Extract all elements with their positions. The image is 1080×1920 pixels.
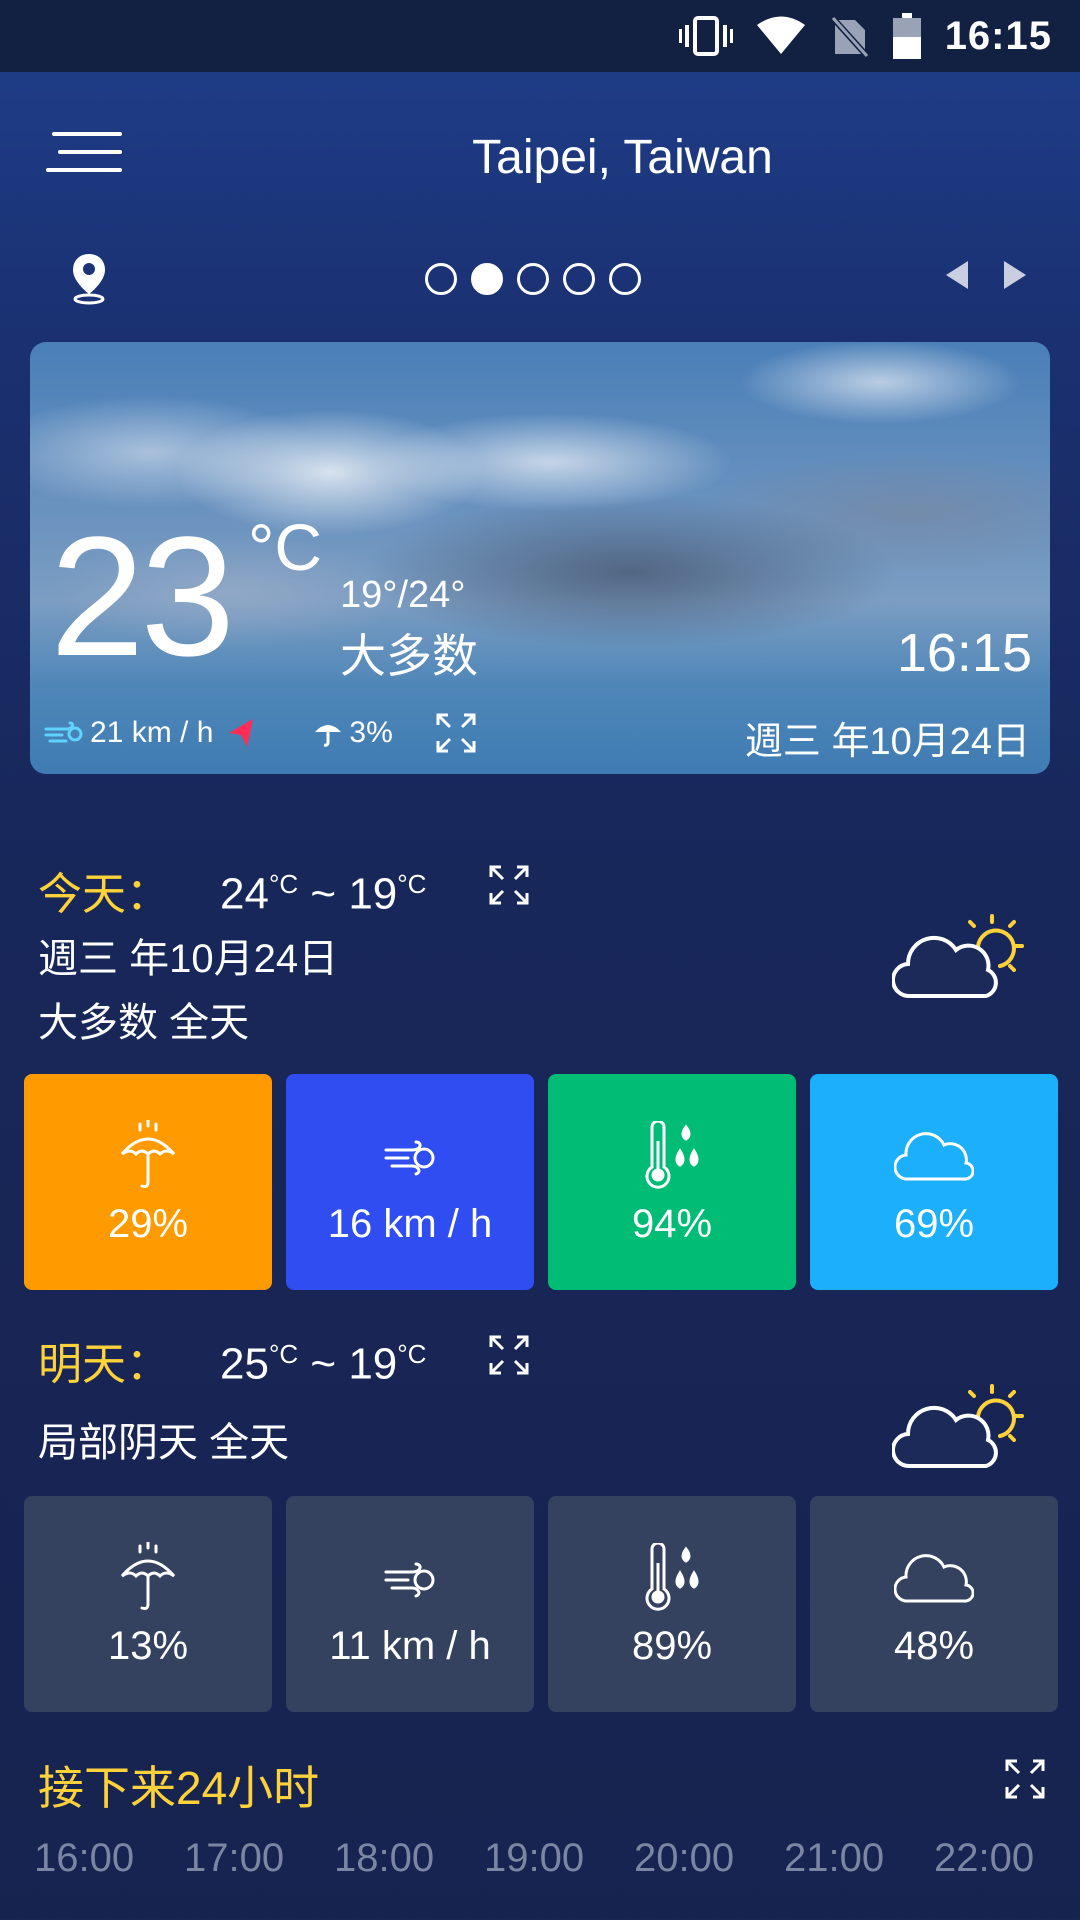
page-dot[interactable]	[517, 263, 549, 295]
umbrella-icon	[120, 1541, 176, 1610]
hour-label: 21:00	[784, 1836, 885, 1880]
today-humidity-tile[interactable]: 94%	[548, 1074, 796, 1290]
tile-value: 13%	[107, 1623, 189, 1668]
battery-icon	[892, 13, 921, 59]
today-date: 週三 年10月24日	[38, 937, 339, 981]
current-temperature: 23	[50, 502, 235, 692]
tomorrow-cloud-tile[interactable]: 48%	[810, 1496, 1058, 1712]
expand-icon	[1005, 1759, 1045, 1799]
wifi-icon	[756, 16, 805, 56]
tomorrow-summary: 局部阴天 全天	[38, 1421, 290, 1465]
tomorrow-expand-button[interactable]	[488, 1334, 530, 1376]
hour-label: 17:00	[184, 1836, 285, 1880]
page-dot[interactable]	[609, 263, 641, 295]
tile-value: 69%	[893, 1201, 975, 1246]
next-24-hours-title: 接下来24小时	[38, 1762, 320, 1814]
triangle-left-icon	[946, 261, 968, 289]
tomorrow-header: 明天： 25°C ~ 19°C	[38, 1328, 426, 1392]
no-sim-icon	[828, 14, 869, 58]
tomorrow-label: 明天：	[38, 1340, 170, 1389]
status-time: 16:15	[944, 13, 1052, 58]
page-dot[interactable]	[563, 263, 595, 295]
today-header: 今天： 24°C ~ 19°C	[38, 858, 426, 922]
humidity-icon	[645, 1120, 699, 1189]
hourly-forecast[interactable]: 16:00 17:00 18:00 19:00 20:00 21:00 22:0…	[34, 1836, 1080, 1881]
page-dot[interactable]	[425, 263, 457, 295]
cloud-icon	[894, 1553, 974, 1603]
tomorrow-humidity-tile[interactable]: 89%	[548, 1496, 796, 1712]
tomorrow-precip-tile[interactable]: 13%	[24, 1496, 272, 1712]
expand-icon	[489, 1335, 529, 1375]
humidity-icon	[645, 1542, 699, 1611]
current-condition: 大多数	[340, 630, 478, 682]
wind-direction-icon	[229, 719, 254, 747]
prev-city-button[interactable]	[942, 258, 972, 292]
tomorrow-tiles: 13% 11 km / h 89% 48%	[24, 1496, 1058, 1712]
hour-label: 20:00	[634, 1836, 735, 1880]
tile-value: 48%	[893, 1623, 975, 1668]
expand-icon	[489, 865, 529, 905]
today-temps: 24°C ~ 19°C	[220, 869, 427, 919]
app-header: Taipei, Taiwan	[0, 72, 1080, 242]
wind-info: 21 km / h	[44, 716, 257, 750]
cloud-icon	[894, 1131, 974, 1181]
current-details: 21 km / h 3%	[44, 712, 477, 754]
wind-icon	[384, 1140, 435, 1175]
vibrate-icon	[678, 15, 733, 57]
tomorrow-wind-tile[interactable]: 11 km / h	[286, 1496, 534, 1712]
tile-value: 16 km / h	[327, 1201, 493, 1246]
tile-value: 89%	[631, 1623, 713, 1668]
wind-speed: 21 km / h	[90, 716, 214, 749]
today-expand-button[interactable]	[488, 864, 530, 906]
tomorrow-temps: 25°C ~ 19°C	[220, 1339, 427, 1389]
expand-button[interactable]	[435, 712, 477, 754]
hour-label: 18:00	[334, 1836, 435, 1880]
hour-label: 22:00	[934, 1836, 1035, 1880]
precip-chance: 3%	[349, 716, 393, 749]
today-label: 今天：	[38, 870, 170, 919]
today-tiles: 29% 16 km / h 94% 69%	[24, 1074, 1058, 1290]
current-date: 週三 年10月24日	[744, 721, 1030, 763]
current-weather-card[interactable]: 23 °C 19°/24° 大多数 16:15 週三 年10月24日 21 km…	[30, 342, 1050, 774]
location-pin-icon	[73, 254, 105, 305]
next-city-button[interactable]	[1000, 258, 1030, 292]
page-dot-active[interactable]	[471, 263, 503, 295]
tile-value: 94%	[631, 1201, 713, 1246]
tile-value: 29%	[107, 1201, 189, 1246]
today-summary: 大多数 全天	[38, 1001, 250, 1045]
tile-value: 11 km / h	[329, 1623, 491, 1668]
wind-icon	[384, 1562, 435, 1597]
current-time: 16:15	[896, 623, 1032, 683]
precip-info: 3%	[313, 716, 393, 750]
temperature-range: 19°/24°	[340, 574, 466, 616]
umbrella-icon	[120, 1119, 176, 1188]
partly-cloudy-icon	[891, 1380, 1026, 1477]
today-precip-tile[interactable]: 29%	[24, 1074, 272, 1290]
hour-label: 16:00	[34, 1836, 135, 1880]
hour-label: 19:00	[484, 1836, 585, 1880]
wind-icon	[44, 721, 83, 743]
partly-cloudy-icon	[891, 910, 1026, 1007]
today-wind-tile[interactable]: 16 km / h	[286, 1074, 534, 1290]
expand-icon	[436, 713, 476, 753]
city-title: Taipei, Taiwan	[472, 131, 773, 184]
triangle-right-icon	[1004, 261, 1026, 289]
status-bar: 16:15	[0, 0, 1080, 72]
today-cloud-tile[interactable]: 69%	[810, 1074, 1058, 1290]
umbrella-icon	[315, 725, 342, 747]
location-button[interactable]	[68, 250, 110, 306]
temperature-unit: °C	[248, 510, 323, 584]
page-indicator	[425, 263, 641, 295]
next24-expand-button[interactable]	[1004, 1758, 1046, 1800]
